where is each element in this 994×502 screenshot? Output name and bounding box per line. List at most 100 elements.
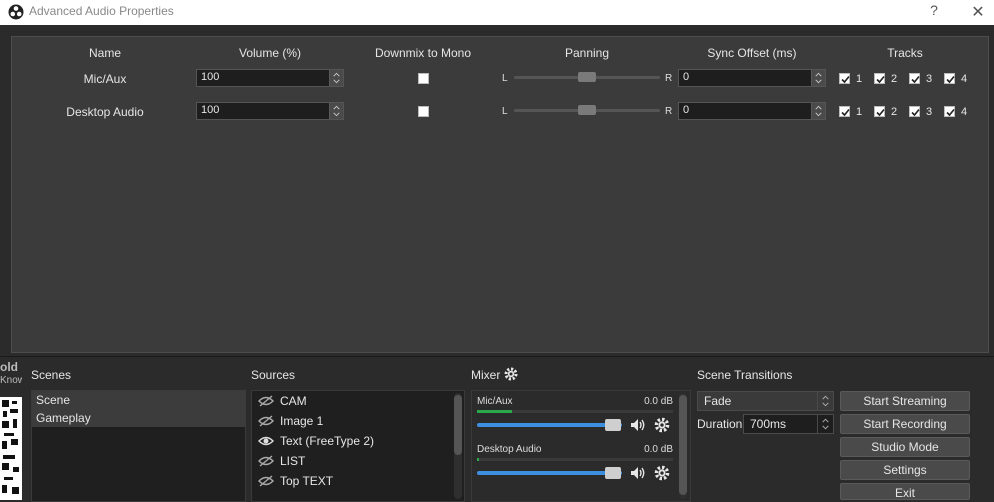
scenes-title: Scenes xyxy=(31,368,72,382)
volume-spinbox[interactable]: 100 xyxy=(196,69,344,87)
column-header-tracks: Tracks xyxy=(887,46,923,60)
mixer-track-db: 0.0 dB xyxy=(644,444,673,455)
check-icon xyxy=(841,108,850,117)
volume-spinbox[interactable]: 100 xyxy=(196,102,344,120)
qr-code-image xyxy=(0,397,22,500)
mixer-title: Mixer xyxy=(471,368,501,382)
track-label: 3 xyxy=(926,73,933,85)
pan-right-label: R xyxy=(665,73,673,84)
track-label: 1 xyxy=(856,106,863,118)
eye-hidden-icon[interactable] xyxy=(258,415,274,427)
mixer-track-db: 0.0 dB xyxy=(644,396,673,407)
scene-item[interactable]: Scene xyxy=(32,391,245,409)
gear-icon[interactable] xyxy=(653,464,671,482)
sources-title: Sources xyxy=(251,368,296,382)
duration-label: Duration xyxy=(697,417,743,431)
panning-slider[interactable] xyxy=(514,71,660,85)
start-streaming-button[interactable]: Start Streaming xyxy=(840,391,970,411)
up-down-arrow-icon[interactable] xyxy=(811,70,825,86)
track-checkbox[interactable] xyxy=(874,106,885,117)
studio-mode-button[interactable]: Studio Mode xyxy=(840,437,970,457)
up-down-arrow-icon[interactable] xyxy=(329,103,343,119)
sync-offset-spinbox[interactable]: 0 xyxy=(678,69,826,87)
track-checkbox[interactable] xyxy=(944,73,955,84)
source-label: CAM xyxy=(280,394,307,408)
downmix-checkbox[interactable] xyxy=(418,106,429,117)
settings-button[interactable]: Settings xyxy=(840,460,970,480)
pan-left-label: L xyxy=(502,106,508,117)
slider-handle[interactable] xyxy=(605,467,621,479)
check-icon xyxy=(876,75,885,84)
track-checkbox[interactable] xyxy=(944,106,955,117)
close-button[interactable]: ✕ xyxy=(968,2,988,22)
track-checkbox[interactable] xyxy=(909,106,920,117)
up-down-arrow-icon xyxy=(817,392,829,410)
scrollbar-thumb[interactable] xyxy=(679,395,687,495)
panning-slider[interactable] xyxy=(514,104,660,118)
source-item[interactable]: Top TEXT xyxy=(252,471,464,491)
advanced-audio-dialog: Advanced Audio Properties ? ✕ Name Volum… xyxy=(0,0,994,357)
source-item[interactable]: CAM xyxy=(252,391,464,411)
audio-meter xyxy=(477,410,673,413)
audio-meter xyxy=(477,458,673,461)
up-down-arrow-icon[interactable] xyxy=(329,70,343,86)
mixer-track-mic: Mic/Aux 0.0 dB xyxy=(477,396,673,413)
eye-hidden-icon[interactable] xyxy=(258,395,274,407)
scenes-list[interactable]: Scene Gameplay xyxy=(31,390,246,502)
source-item[interactable]: LIST xyxy=(252,451,464,471)
track-label: 4 xyxy=(961,73,968,85)
start-recording-button[interactable]: Start Recording xyxy=(840,414,970,434)
scene-item[interactable]: Gameplay xyxy=(32,409,245,427)
track-checkbox[interactable] xyxy=(874,73,885,84)
help-button[interactable]: ? xyxy=(926,2,942,22)
sources-list[interactable]: CAM Image 1 Text (FreeType 2) LIST Top T… xyxy=(251,390,465,502)
speaker-icon[interactable] xyxy=(629,416,647,434)
scrollbar-thumb[interactable] xyxy=(454,395,462,455)
gear-icon[interactable] xyxy=(503,366,519,382)
check-icon xyxy=(946,75,955,84)
downmix-checkbox[interactable] xyxy=(418,73,429,84)
mixer-track-desktop: Desktop Audio 0.0 dB xyxy=(477,444,673,461)
duration-spinbox[interactable]: 700ms xyxy=(743,414,834,434)
eye-hidden-icon[interactable] xyxy=(258,455,274,467)
source-label: Text (FreeType 2) xyxy=(280,434,375,448)
track-checkbox[interactable] xyxy=(839,106,850,117)
eye-icon[interactable] xyxy=(258,435,274,447)
dialog-titlebar[interactable]: Advanced Audio Properties ? ✕ xyxy=(0,0,994,25)
sources-scrollbar[interactable] xyxy=(454,393,462,499)
source-name: Desktop Audio xyxy=(66,105,144,119)
source-item[interactable]: Text (FreeType 2) xyxy=(252,431,464,451)
mixer-track-name: Mic/Aux xyxy=(477,396,513,407)
up-down-arrow-icon[interactable] xyxy=(811,103,825,119)
exit-button[interactable]: Exit xyxy=(840,483,970,500)
track-checkbox[interactable] xyxy=(839,73,850,84)
slider-handle[interactable] xyxy=(578,72,596,82)
mixer-volume-slider-desktop[interactable] xyxy=(477,463,673,483)
sync-offset-spinbox[interactable]: 0 xyxy=(678,102,826,120)
slider-handle[interactable] xyxy=(605,419,621,431)
track-label: 2 xyxy=(891,106,898,118)
speaker-icon[interactable] xyxy=(629,464,647,482)
slider-handle[interactable] xyxy=(578,105,596,115)
mixer-panel: Mic/Aux 0.0 dB Desktop Audio 0.0 dB xyxy=(471,390,691,502)
transitions-title: Scene Transitions xyxy=(697,368,793,382)
pan-left-label: L xyxy=(502,73,508,84)
column-header-downmix: Downmix to Mono xyxy=(374,46,472,60)
transition-select[interactable]: Fade xyxy=(697,391,834,411)
track-checkbox[interactable] xyxy=(909,73,920,84)
check-icon xyxy=(946,108,955,117)
column-header-sync: Sync Offset (ms) xyxy=(707,46,797,60)
track-label: 3 xyxy=(926,106,933,118)
eye-hidden-icon[interactable] xyxy=(258,475,274,487)
source-label: Top TEXT xyxy=(280,474,334,488)
column-header-panning: Panning xyxy=(564,46,610,60)
source-item[interactable]: Image 1 xyxy=(252,411,464,431)
source-label: LIST xyxy=(280,454,306,468)
mixer-scrollbar[interactable] xyxy=(679,393,687,499)
up-down-arrow-icon[interactable] xyxy=(817,415,833,433)
column-header-name: Name xyxy=(88,46,121,60)
gear-icon[interactable] xyxy=(653,416,671,434)
check-icon xyxy=(841,75,850,84)
mixer-volume-slider-mic[interactable] xyxy=(477,415,673,435)
dialog-title: Advanced Audio Properties xyxy=(29,4,174,18)
